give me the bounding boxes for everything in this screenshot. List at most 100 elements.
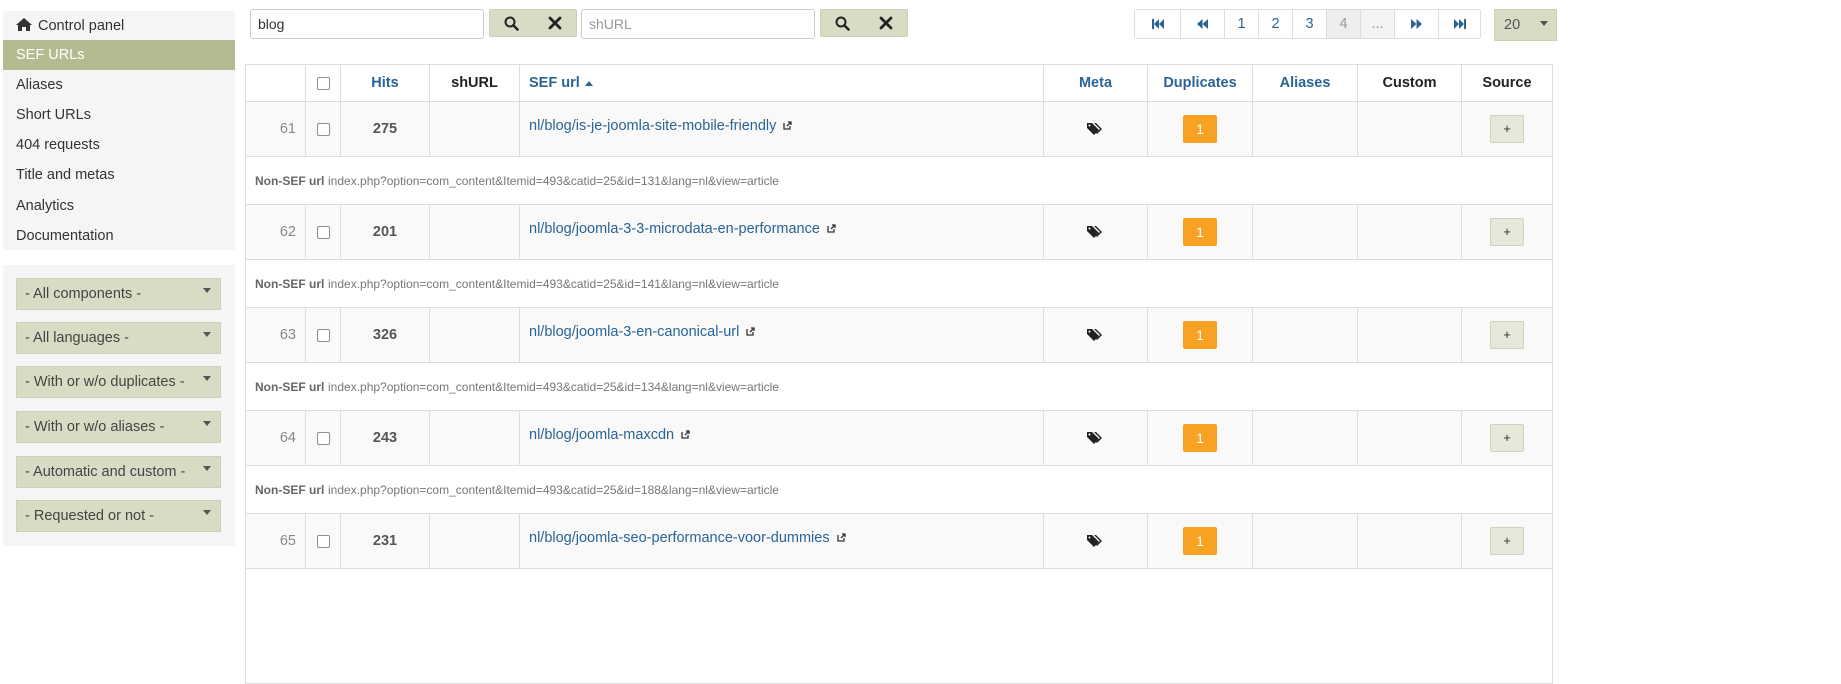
sidebar-item-aliases[interactable]: Aliases bbox=[3, 70, 235, 100]
source-cell: + bbox=[1462, 205, 1552, 259]
header-meta[interactable]: Meta bbox=[1044, 65, 1148, 101]
page-number: 4 bbox=[1339, 16, 1348, 32]
header-label: Meta bbox=[1078, 75, 1113, 91]
duplicates-badge[interactable]: 1 bbox=[1183, 218, 1217, 246]
ellipsis-text: ... bbox=[1371, 16, 1384, 32]
header-checkbox-cell bbox=[306, 65, 341, 101]
hits-value: 201 bbox=[372, 224, 398, 240]
chevron-down-icon bbox=[203, 421, 211, 426]
filter-duplicates-select[interactable]: - With or w/o duplicates - bbox=[16, 366, 221, 398]
row-checkbox-cell bbox=[306, 205, 341, 259]
sidebar-item-404-requests[interactable]: 404 requests bbox=[3, 130, 235, 160]
source-cell: + bbox=[1462, 411, 1552, 465]
sidebar-item-title-and-metas[interactable]: Title and metas bbox=[3, 160, 235, 190]
sef-url-link[interactable]: nl/blog/joomla-maxcdn bbox=[529, 427, 690, 443]
filter-aliases-select[interactable]: - With or w/o aliases - bbox=[16, 411, 221, 443]
duplicates-badge[interactable]: 1 bbox=[1183, 115, 1217, 143]
source-expand-button[interactable]: + bbox=[1490, 321, 1524, 349]
page-limit-select[interactable]: 20 bbox=[1494, 9, 1557, 41]
header-duplicates[interactable]: Duplicates bbox=[1148, 65, 1253, 101]
row-checkbox-cell bbox=[306, 308, 341, 362]
header-label: Hits bbox=[371, 75, 399, 91]
sidebar-item-label: Analytics bbox=[16, 198, 75, 214]
row-checkbox[interactable] bbox=[316, 534, 330, 548]
previous-page-button[interactable] bbox=[1180, 10, 1224, 38]
sef-url-text: nl/blog/joomla-3-en-canonical-url bbox=[529, 324, 740, 340]
filter-label: - All components - bbox=[25, 286, 142, 302]
hits-cell: 231 bbox=[341, 514, 430, 568]
duplicates-cell: 1 bbox=[1148, 514, 1253, 568]
sef-search-input[interactable] bbox=[250, 9, 484, 39]
source-expand-button[interactable]: + bbox=[1490, 527, 1524, 555]
tags-icon[interactable] bbox=[1087, 534, 1104, 548]
shurl-cell bbox=[430, 308, 520, 362]
nonsef-label: Non-SEF url bbox=[255, 277, 325, 291]
sef-url-link[interactable]: nl/blog/joomla-3-en-canonical-url bbox=[529, 324, 756, 340]
aliases-cell bbox=[1253, 102, 1358, 156]
tags-icon[interactable] bbox=[1087, 328, 1104, 342]
close-icon bbox=[879, 16, 893, 30]
duplicates-badge[interactable]: 1 bbox=[1183, 527, 1217, 555]
first-page-button[interactable] bbox=[1135, 10, 1180, 38]
sef-url-link[interactable]: nl/blog/is-je-joomla-site-mobile-friendl… bbox=[529, 118, 793, 134]
tags-icon[interactable] bbox=[1087, 225, 1104, 239]
page-link-2[interactable]: 2 bbox=[1258, 10, 1292, 38]
select-all-checkbox[interactable] bbox=[316, 76, 330, 90]
shurl-cell bbox=[430, 102, 520, 156]
sidebar-item-short-urls[interactable]: Short URLs bbox=[3, 100, 235, 130]
nonsef-label: Non-SEF url bbox=[255, 380, 325, 394]
external-link-icon[interactable] bbox=[827, 224, 836, 233]
sidebar-filters: - All components - - All languages - - W… bbox=[3, 265, 235, 546]
external-link-icon[interactable] bbox=[681, 430, 690, 439]
header-hits[interactable]: Hits bbox=[341, 65, 430, 101]
source-expand-button[interactable]: + bbox=[1490, 115, 1524, 143]
next-page-button[interactable] bbox=[1394, 10, 1438, 38]
sef-url-text: nl/blog/joomla-3-3-microdata-en-performa… bbox=[529, 221, 820, 237]
filter-requested-select[interactable]: - Requested or not - bbox=[16, 500, 221, 532]
source-cell: + bbox=[1462, 514, 1552, 568]
source-expand-button[interactable]: + bbox=[1490, 218, 1524, 246]
shurl-search-input[interactable] bbox=[581, 9, 815, 39]
filter-automatic-custom-select[interactable]: - Automatic and custom - bbox=[16, 456, 221, 488]
duplicates-badge[interactable]: 1 bbox=[1183, 424, 1217, 452]
row-number: 63 bbox=[246, 308, 306, 362]
external-link-icon[interactable] bbox=[836, 533, 846, 542]
shurl-cell bbox=[430, 205, 520, 259]
page-link-3[interactable]: 3 bbox=[1292, 10, 1326, 38]
row-number-text: 63 bbox=[279, 327, 296, 343]
clear-shurl-button[interactable] bbox=[879, 16, 893, 30]
external-link-icon[interactable] bbox=[783, 121, 793, 130]
duplicates-badge[interactable]: 1 bbox=[1183, 321, 1217, 349]
row-checkbox[interactable] bbox=[316, 431, 330, 445]
source-cell: + bbox=[1462, 102, 1552, 156]
tags-icon[interactable] bbox=[1087, 122, 1104, 136]
row-checkbox[interactable] bbox=[316, 122, 330, 136]
row-checkbox[interactable] bbox=[316, 328, 330, 342]
tags-icon[interactable] bbox=[1087, 431, 1104, 445]
row-checkbox[interactable] bbox=[316, 225, 330, 239]
sef-url-cell: nl/blog/joomla-3-en-canonical-url bbox=[520, 308, 1044, 362]
sidebar-item-control-panel[interactable]: Control panel bbox=[3, 11, 235, 41]
filter-components-select[interactable]: - All components - bbox=[16, 278, 221, 310]
pagination: 1 2 3 4 ... bbox=[1134, 9, 1481, 39]
nonsef-value: index.php?option=com_content&Itemid=493&… bbox=[328, 380, 779, 394]
last-page-button[interactable] bbox=[1438, 10, 1480, 38]
page-link-1[interactable]: 1 bbox=[1224, 10, 1258, 38]
clear-search-button[interactable] bbox=[548, 16, 562, 30]
external-link-icon[interactable] bbox=[746, 327, 756, 336]
search-button[interactable] bbox=[504, 16, 519, 31]
row-checkbox-cell bbox=[306, 514, 341, 568]
header-sef-url[interactable]: SEF url bbox=[520, 65, 1044, 101]
sidebar-item-documentation[interactable]: Documentation bbox=[3, 221, 235, 251]
source-expand-button[interactable]: + bbox=[1490, 424, 1524, 452]
header-aliases[interactable]: Aliases bbox=[1253, 65, 1358, 101]
custom-cell bbox=[1358, 514, 1462, 568]
sidebar-item-analytics[interactable]: Analytics bbox=[3, 191, 235, 221]
sef-url-link[interactable]: nl/blog/joomla-3-3-microdata-en-performa… bbox=[529, 221, 836, 237]
filter-languages-select[interactable]: - All languages - bbox=[16, 322, 221, 354]
shurl-search-button-group bbox=[820, 9, 908, 37]
sidebar-item-sef-urls[interactable]: SEF URLs bbox=[3, 40, 235, 70]
sef-url-link[interactable]: nl/blog/joomla-seo-performance-voor-dumm… bbox=[529, 530, 846, 546]
shurl-search-button[interactable] bbox=[835, 16, 850, 31]
header-label: Aliases bbox=[1279, 75, 1331, 91]
